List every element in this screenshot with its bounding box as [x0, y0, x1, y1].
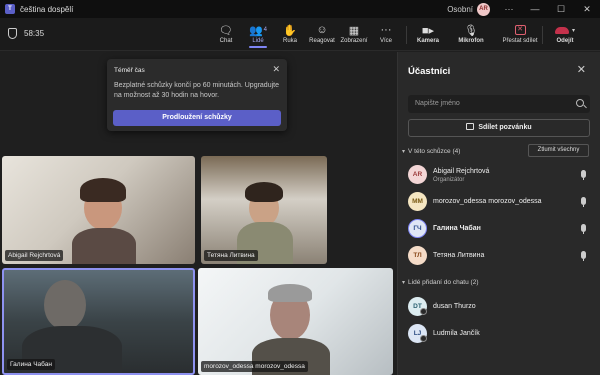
chat-icon: 🗨	[219, 24, 233, 37]
close-window-button[interactable]: ✕	[574, 4, 600, 15]
avatar: ГЧ	[408, 219, 427, 238]
participants-panel: Účastníci ✕ Napište jméno Sdílet pozvánk…	[397, 52, 600, 375]
popup-message: Bezplatné schůzky končí po 60 minutách. …	[114, 82, 279, 99]
camera-icon: ■▸	[421, 24, 435, 37]
toolbar-divider	[406, 26, 407, 44]
video-tile-abigail[interactable]: Abigail Rejchrtová	[2, 156, 195, 264]
people-button[interactable]: 👥 4 Lidé	[240, 22, 276, 48]
people-icon: 👥	[248, 24, 263, 37]
smiley-icon: ☺	[316, 24, 328, 36]
camera-button[interactable]: ■▸ Kamera	[410, 22, 446, 45]
offline-status-icon	[420, 308, 427, 315]
mute-all-button[interactable]: Ztlumit všechny	[528, 144, 589, 157]
search-placeholder: Napište jméno	[415, 100, 460, 107]
avatar: MM	[408, 192, 427, 211]
microphone-icon	[581, 251, 586, 261]
maximize-button[interactable]: ☐	[548, 4, 574, 15]
tile-name-label: Галина Чабан	[7, 359, 55, 370]
title-bar: T čeština dospělí Osobní AR ··· — ☐ ✕	[0, 0, 600, 18]
participant-role: Organizátor	[433, 177, 465, 183]
share-invite-button[interactable]: Sdílet pozvánku	[408, 119, 590, 137]
profile-avatar[interactable]: AR	[477, 2, 490, 16]
microphone-icon	[581, 224, 586, 234]
microphone-button[interactable]: 🎙 Mikrofon	[453, 22, 489, 45]
participant-row[interactable]: ТЛ Тетяна Литвина	[408, 243, 594, 269]
in-meeting-section-header[interactable]: ▾ V této schůzce (4)	[402, 148, 460, 155]
participant-name: morozov_odessa morozov_odessa	[433, 198, 542, 205]
participant-name: Галина Чабан	[433, 225, 481, 232]
search-input[interactable]: Napište jméno	[408, 95, 590, 113]
chat-button[interactable]: 🗨 Chat	[208, 22, 244, 45]
meeting-timer: 58:35	[24, 29, 45, 38]
participant-name: Тетяна Литвина	[433, 252, 485, 259]
participant-row[interactable]: MM morozov_odessa morozov_odessa	[408, 189, 594, 215]
stop-share-icon: ✕	[514, 25, 526, 35]
shield-icon	[8, 28, 17, 39]
stop-sharing-button[interactable]: ✕ Přestat sdílet	[500, 22, 540, 44]
search-icon	[576, 99, 584, 107]
video-stage: Abigail Rejchrtová Тетяна Литвина Галина…	[0, 52, 396, 375]
chevron-down-icon[interactable]: ▾	[572, 27, 575, 34]
time-limit-popup: Téměř čas ✕ Bezplatné schůzky končí po 6…	[107, 59, 287, 131]
participant-body	[72, 228, 136, 264]
teams-logo-icon: T	[5, 4, 15, 14]
chevron-down-icon: ▾	[402, 280, 406, 286]
microphone-icon	[581, 170, 586, 180]
tile-name-label: Тетяна Литвина	[204, 250, 258, 261]
hand-icon: ✋	[283, 24, 297, 37]
more-button[interactable]: ··· Více	[368, 22, 404, 44]
close-icon[interactable]: ✕	[272, 64, 280, 75]
participant-name: dusan Thurzo	[433, 303, 476, 310]
react-button[interactable]: ☺ Reagovat	[304, 22, 340, 44]
video-tile-morozov[interactable]: morozov_odessa morozov_odessa	[198, 268, 393, 375]
video-tile-tetyana[interactable]: Тетяна Литвина	[201, 156, 327, 264]
chat-people-section-header[interactable]: ▾ Lidé přidaní do chatu (2)	[402, 279, 478, 286]
video-tile-halyna[interactable]: Галина Чабан	[2, 268, 195, 375]
participant-hair	[268, 284, 312, 302]
meeting-toolbar: 58:35 🗨 Chat 👥 4 Lidé ✋ Ruka ☺ Reagovat ▦…	[0, 18, 600, 51]
participant-row[interactable]: LJ Ludmila Jančík	[408, 321, 594, 347]
participant-hair	[80, 178, 126, 202]
participant-name: Abigail Rejchrtová	[433, 168, 490, 175]
panel-title: Účastníci	[408, 66, 451, 77]
offline-status-icon	[420, 335, 427, 342]
window-title: čeština dospělí	[20, 4, 74, 14]
profile-label[interactable]: Osobní	[447, 5, 473, 14]
participant-row[interactable]: DT dusan Thurzo	[408, 294, 594, 320]
toolbar-divider	[542, 26, 543, 44]
raise-hand-button[interactable]: ✋ Ruka	[272, 22, 308, 45]
avatar: ТЛ	[408, 246, 427, 265]
extend-meeting-button[interactable]: Prodloužení schůzky	[113, 110, 281, 126]
participant-row[interactable]: AR Abigail Rejchrtová Organizátor	[408, 162, 594, 188]
minimize-button[interactable]: —	[522, 4, 548, 14]
phone-hangup-icon	[554, 26, 569, 34]
participant-name: Ludmila Jančík	[433, 330, 480, 337]
people-count: 4	[263, 27, 268, 33]
grid-icon: ▦	[348, 24, 360, 37]
avatar: AR	[408, 165, 427, 184]
view-button[interactable]: ▦ Zobrazení	[336, 22, 372, 45]
ellipsis-icon: ···	[380, 24, 392, 36]
tile-name-label: morozov_odessa morozov_odessa	[201, 361, 308, 372]
participant-face	[44, 280, 86, 330]
participant-hair	[245, 182, 283, 202]
popup-title: Téměř čas	[114, 67, 145, 74]
leave-button[interactable]: ▾ Odejít	[544, 22, 586, 44]
participant-row[interactable]: ГЧ Галина Чабан	[408, 216, 594, 242]
chevron-down-icon: ▾	[402, 149, 406, 155]
close-icon[interactable]: ✕	[577, 63, 586, 76]
tile-name-label: Abigail Rejchrtová	[5, 250, 64, 261]
microphone-icon	[581, 197, 586, 207]
microphone-icon: 🎙	[464, 24, 478, 37]
more-options-icon[interactable]: ···	[496, 4, 522, 14]
share-icon	[466, 123, 475, 130]
